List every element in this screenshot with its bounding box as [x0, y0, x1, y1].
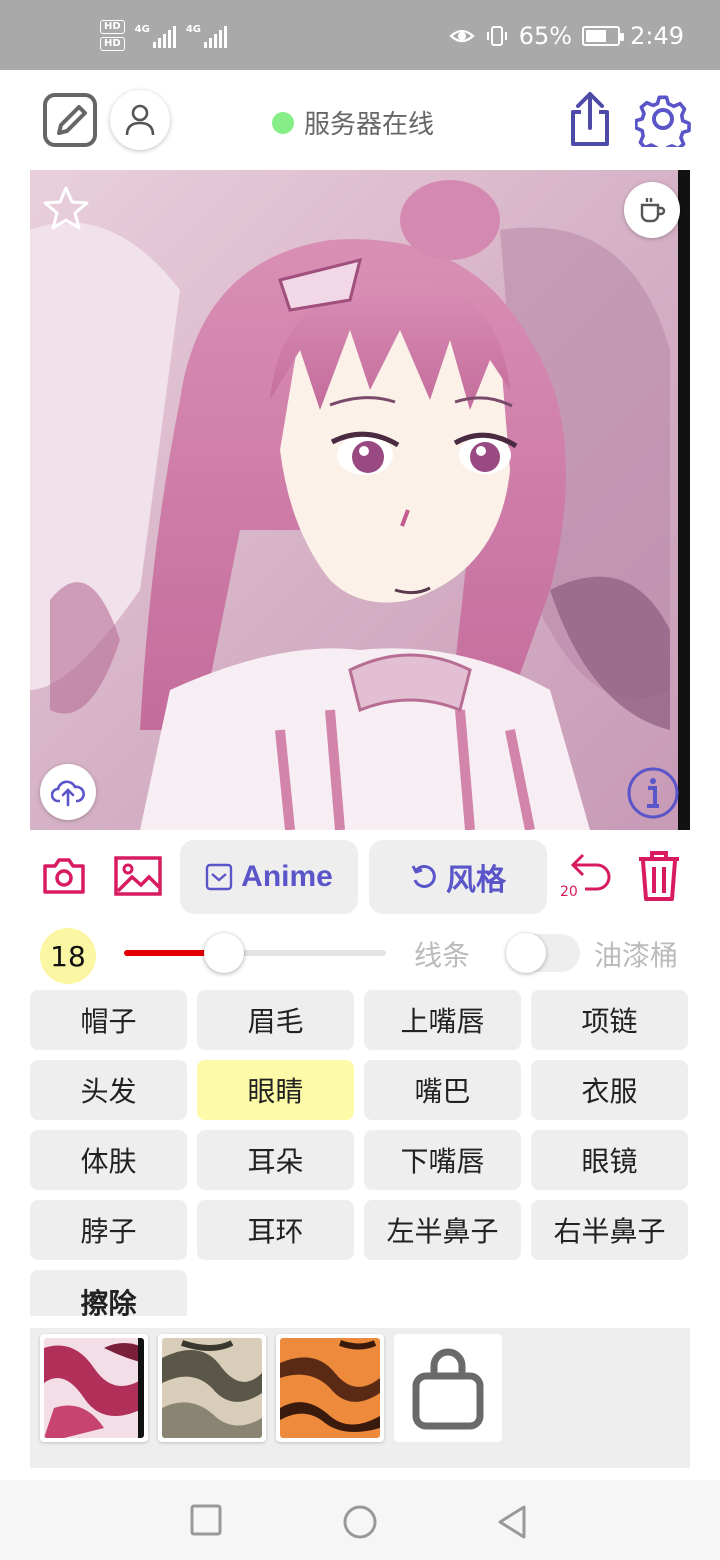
hd-badge: HD — [100, 37, 125, 51]
system-indicators: 65% 2:49 — [449, 22, 684, 50]
part-button-lower-lip[interactable]: 下嘴唇 — [364, 1130, 521, 1190]
brush-size-badge: 18 — [40, 928, 96, 984]
battery-percent: 65% — [518, 22, 573, 50]
brush-size-slider[interactable] — [124, 933, 386, 973]
status-dot-icon — [272, 111, 294, 134]
checkbox-icon — [205, 863, 233, 891]
part-button-neck[interactable]: 脖子 — [30, 1200, 187, 1260]
texture-swatch-pink[interactable] — [40, 1334, 148, 1442]
anime-portrait-image — [30, 170, 690, 830]
back-triangle-icon[interactable] — [496, 1504, 528, 1544]
part-button-left-nose[interactable]: 左半鼻子 — [364, 1200, 521, 1260]
style-label: 风格 — [446, 864, 506, 897]
part-button-hat[interactable]: 帽子 — [30, 990, 187, 1050]
part-button-upper-lip[interactable]: 上嘴唇 — [364, 990, 521, 1050]
texture-swatch-orange[interactable] — [276, 1334, 384, 1442]
edit-icon[interactable] — [40, 90, 100, 150]
battery-icon — [582, 26, 625, 46]
part-button-skin[interactable]: 体肤 — [30, 1130, 187, 1190]
texture-swatch-beige[interactable] — [158, 1334, 266, 1442]
line-mode-label: 线条 — [414, 939, 471, 972]
signal-icon: 4G — [186, 24, 228, 48]
part-button-eyebrows[interactable]: 眉毛 — [197, 990, 354, 1050]
part-button-earrings[interactable]: 耳环 — [197, 1200, 354, 1260]
part-button-hair[interactable]: 头发 — [30, 1060, 187, 1120]
settings-gear-icon[interactable] — [634, 90, 692, 148]
status-bar: HD HD 4G 4G 65% 2:49 — [0, 0, 720, 70]
camera-icon[interactable] — [40, 852, 88, 900]
part-button-right-nose[interactable]: 右半鼻子 — [531, 1200, 688, 1260]
refresh-icon — [411, 864, 436, 888]
vibrate-icon — [486, 26, 507, 46]
trash-icon[interactable] — [634, 848, 684, 904]
clock: 2:49 — [630, 22, 684, 50]
favorite-star-icon[interactable] — [40, 182, 92, 234]
anime-model-label: Anime — [241, 860, 333, 893]
server-status-label: 服务器在线 — [304, 110, 435, 140]
user-icon[interactable] — [110, 90, 170, 150]
drawing-canvas[interactable] — [30, 170, 690, 830]
brush-controls: 18 线条 油漆桶 — [0, 924, 720, 984]
network-indicators: HD HD 4G 4G — [100, 20, 228, 51]
home-circle-icon[interactable] — [342, 1504, 378, 1544]
info-icon[interactable] — [626, 766, 680, 820]
app-header: 服务器在线 — [0, 70, 720, 170]
server-status: 服务器在线 — [272, 104, 434, 141]
paint-bucket-label: 油漆桶 — [594, 939, 679, 972]
eye-icon — [449, 29, 475, 43]
share-icon[interactable] — [562, 88, 618, 150]
part-button-glasses[interactable]: 眼镜 — [531, 1130, 688, 1190]
paint-bucket-toggle[interactable] — [506, 933, 580, 973]
upload-cloud-icon[interactable] — [40, 764, 96, 820]
anime-model-button[interactable]: Anime — [180, 840, 358, 914]
erase-button[interactable]: 擦除 — [30, 1270, 187, 1320]
recents-square-icon[interactable] — [190, 1504, 222, 1540]
signal-icon: 4G — [135, 24, 176, 48]
style-button[interactable]: 风格 — [369, 840, 547, 914]
part-button-ears[interactable]: 耳朵 — [197, 1130, 354, 1190]
part-button-clothes[interactable]: 衣服 — [531, 1060, 688, 1120]
part-button-necklace[interactable]: 项链 — [531, 990, 688, 1050]
part-button-eyes[interactable]: 眼睛 — [197, 1060, 354, 1120]
part-button-mouth[interactable]: 嘴巴 — [364, 1060, 521, 1120]
action-toolbar: Anime 风格 20 — [0, 838, 720, 916]
coffee-cup-icon[interactable] — [624, 182, 680, 238]
slider-thumb[interactable] — [203, 933, 244, 973]
shopping-bag-icon[interactable] — [394, 1334, 502, 1442]
system-nav-bar — [0, 1480, 720, 1560]
gallery-image-icon[interactable] — [112, 852, 164, 900]
texture-palette — [30, 1328, 690, 1468]
undo-count: 20 — [560, 884, 578, 900]
hd-badge: HD — [100, 20, 125, 34]
